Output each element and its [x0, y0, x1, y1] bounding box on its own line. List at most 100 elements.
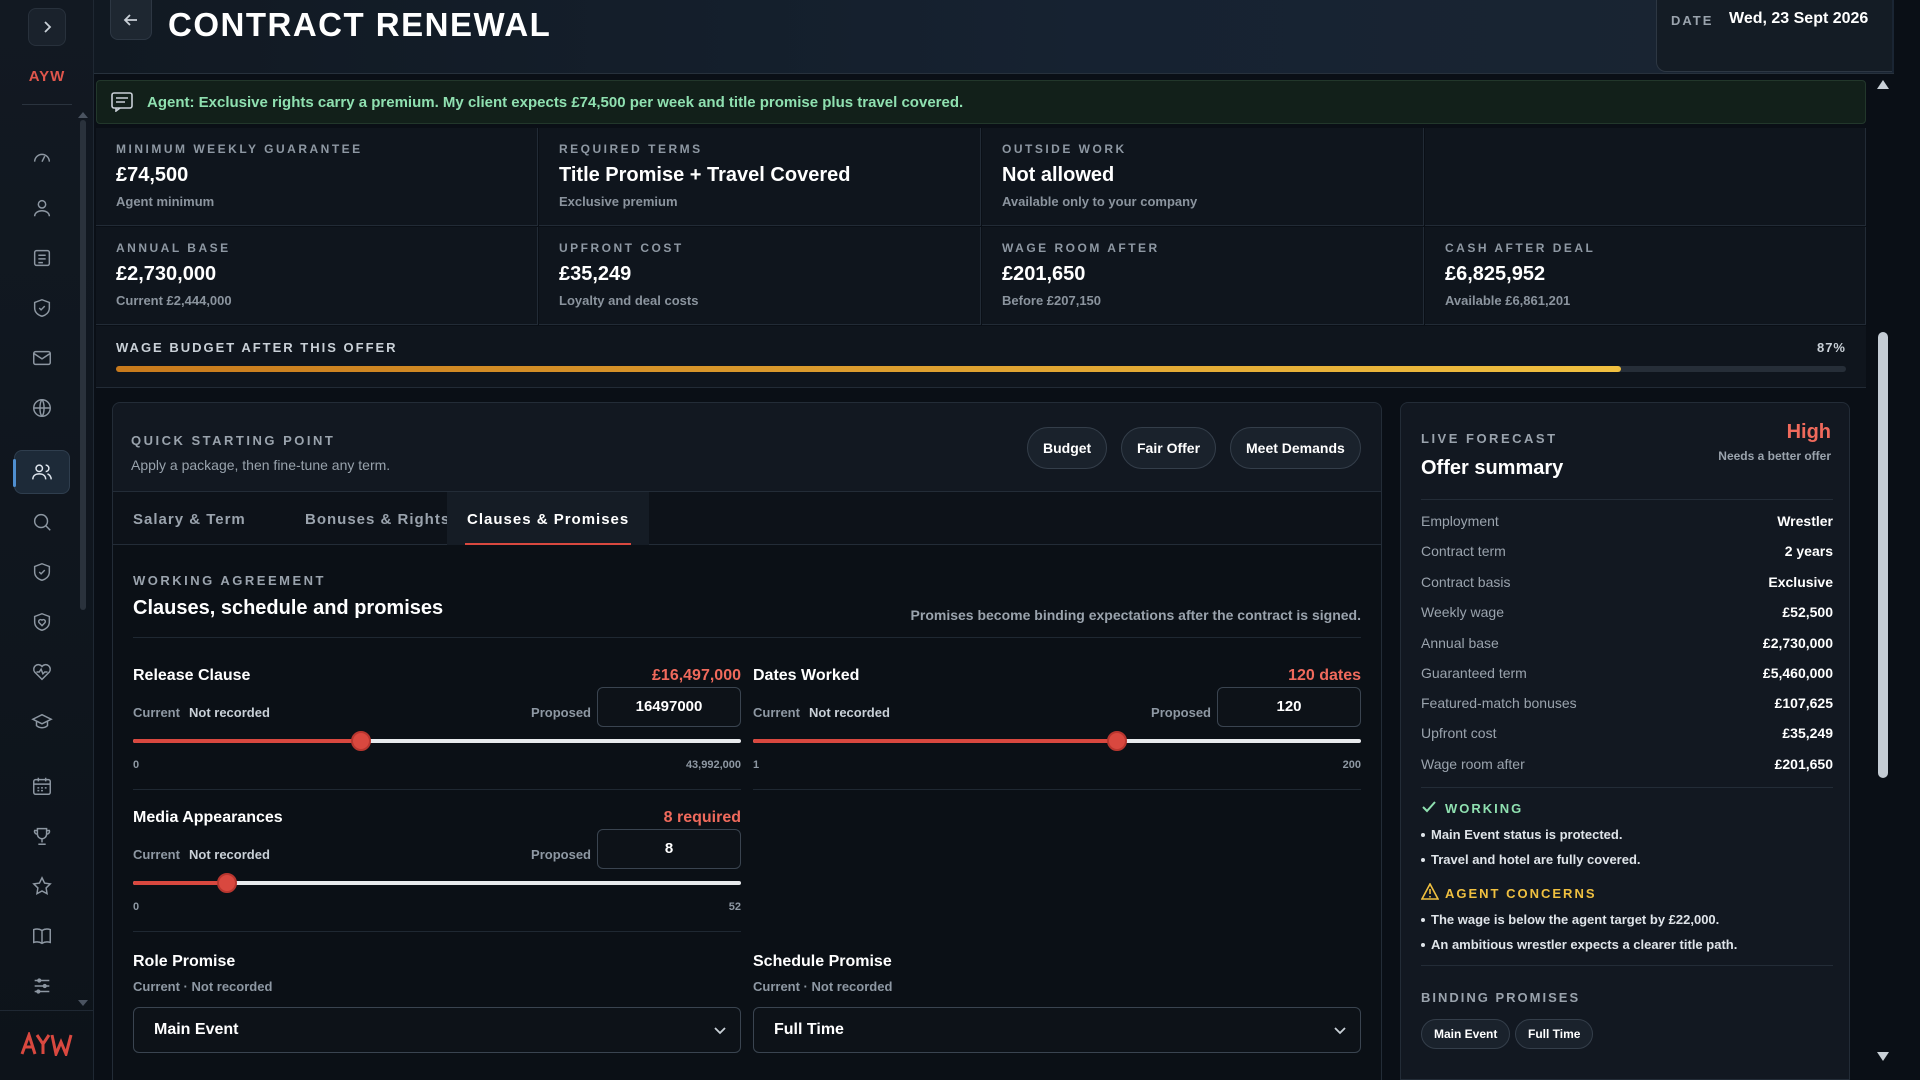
current-value: Not recorded	[189, 847, 270, 862]
slider-max: 43,992,000	[685, 759, 741, 771]
dates-worked-input[interactable]: 120	[1217, 687, 1361, 727]
stat-empty	[1425, 128, 1866, 226]
current-label: Current	[753, 705, 800, 720]
summary-value: £2,730,000	[1762, 635, 1833, 651]
offer-editor: QUICK STARTING POINT Apply a package, th…	[112, 402, 1382, 1080]
nav-mail[interactable]	[14, 336, 70, 380]
summary-row: Wage room after £201,650	[1421, 756, 1833, 786]
summary-value: £35,249	[1782, 725, 1833, 741]
field-target: £16,497,000	[652, 667, 741, 684]
dates-worked-slider[interactable]	[753, 731, 1361, 751]
field-target: 120 dates	[1288, 667, 1361, 684]
stat-label: ANNUAL BASE	[116, 241, 231, 255]
slider-handle[interactable]	[1106, 731, 1127, 751]
expand-sidebar-button[interactable]	[28, 8, 66, 46]
tab-bonuses-rights[interactable]: Bonuses & Rights	[285, 492, 470, 546]
back-button[interactable]	[110, 0, 152, 40]
user-icon	[33, 199, 51, 217]
meet-demands-preset-button[interactable]: Meet Demands	[1230, 427, 1361, 469]
divider	[133, 931, 741, 932]
nav-news[interactable]	[14, 236, 70, 280]
globe-icon	[33, 399, 51, 417]
sidebar-scroll-up-icon[interactable]	[78, 112, 88, 118]
summary-value: Wrestler	[1777, 513, 1833, 529]
nav-favourites[interactable]	[14, 864, 70, 908]
sidebar-scrollbar[interactable]	[80, 120, 86, 610]
wage-budget-percent: 87%	[1816, 340, 1846, 355]
tab-clauses-promises[interactable]: Clauses & Promises	[447, 492, 650, 546]
calendar-icon	[33, 777, 51, 795]
stat-sub: Before £207,150	[1002, 293, 1102, 308]
summary-row: Annual base £2,730,000	[1421, 635, 1833, 665]
stat-wage-room: WAGE ROOM AFTER £201,650 Before £207,150	[982, 227, 1424, 325]
release-clause-slider[interactable]	[133, 731, 741, 751]
nav-search[interactable]	[14, 500, 70, 544]
nav-book[interactable]	[14, 914, 70, 958]
nav-roster[interactable]	[13, 450, 70, 494]
role-promise-select[interactable]: Main Event	[133, 1007, 741, 1053]
schedule-promise-select[interactable]: Full Time	[753, 1007, 1361, 1053]
selected-value: Full Time	[774, 1021, 844, 1038]
nav-shield[interactable]	[14, 550, 70, 594]
forecast-status: High	[1786, 421, 1831, 443]
selected-value: Main Event	[154, 1021, 239, 1038]
summary-value: £5,460,000	[1762, 665, 1833, 681]
nav-titles[interactable]	[14, 814, 70, 858]
summary-key: Featured-match bonuses	[1421, 695, 1577, 711]
sidebar-scroll-down-icon[interactable]	[78, 1000, 88, 1006]
stat-min-weekly: MINIMUM WEEKLY GUARANTEE £74,500 Agent m…	[96, 128, 538, 226]
chevron-down-icon	[714, 1027, 726, 1035]
divider	[133, 637, 1361, 638]
divider	[133, 789, 741, 790]
summary-row: Contract term 2 years	[1421, 543, 1833, 573]
date-value: Wed, 23 Sept 2026	[1729, 10, 1869, 27]
summary-key: Upfront cost	[1421, 725, 1497, 741]
nav-medical[interactable]	[14, 600, 70, 644]
nav-dashboard[interactable]	[14, 136, 70, 180]
budget-preset-button[interactable]: Budget	[1027, 427, 1108, 469]
concern-item: An ambitious wrestler expects a clearer …	[1420, 937, 1738, 952]
divider	[753, 789, 1361, 790]
stat-sub: Loyalty and deal costs	[559, 293, 699, 308]
summary-key: Wage room after	[1421, 756, 1525, 772]
scroll-down-icon[interactable]	[1877, 1052, 1889, 1061]
stat-value: £74,500	[116, 164, 189, 186]
current-value: Not recorded	[189, 705, 270, 720]
nav-profile[interactable]	[14, 186, 70, 230]
brand-label: AYW	[28, 68, 66, 85]
nav-security[interactable]	[14, 286, 70, 330]
page-title: CONTRACT RENEWAL	[168, 6, 552, 43]
nav-settings[interactable]	[14, 964, 70, 1008]
stat-required-terms: REQUIRED TERMS Title Promise + Travel Co…	[539, 128, 981, 226]
nav-world[interactable]	[14, 386, 70, 430]
heart-shield-icon	[33, 612, 51, 632]
fair-offer-preset-button[interactable]: Fair Offer	[1121, 427, 1217, 469]
nav-training[interactable]	[14, 700, 70, 744]
nav-calendar[interactable]	[14, 764, 70, 808]
media-appearances-slider[interactable]	[133, 873, 741, 893]
tab-salary-term[interactable]: Salary & Term	[113, 492, 266, 546]
slider-handle[interactable]	[351, 731, 371, 751]
current-value: Not recorded	[809, 705, 890, 720]
heart-pulse-icon	[33, 663, 51, 681]
stat-sub: Available £6,861,201	[1445, 293, 1571, 308]
chat-message-icon	[111, 92, 133, 112]
wage-budget: WAGE BUDGET AFTER THIS OFFER 87%	[96, 326, 1866, 388]
media-appearances-input[interactable]: 8	[597, 829, 741, 869]
media-appearances-field: Media Appearances 8 required Current Not…	[133, 809, 741, 919]
scroll-up-icon[interactable]	[1877, 80, 1889, 89]
release-clause-input[interactable]: 16497000	[597, 687, 741, 727]
forecast-status-sub: Needs a better offer	[1718, 449, 1831, 463]
sidebar: AYW	[0, 0, 94, 1080]
binding-promises-heading: BINDING PROMISES	[1421, 990, 1581, 1005]
agent-concerns-heading: AGENT CONCERNS	[1445, 886, 1597, 901]
wage-budget-label: WAGE BUDGET AFTER THIS OFFER	[116, 340, 398, 355]
summary-value: £107,625	[1774, 695, 1833, 711]
page-scrollbar-thumb[interactable]	[1878, 332, 1888, 778]
nav-health[interactable]	[14, 650, 70, 694]
slider-handle[interactable]	[216, 873, 237, 893]
field-target: 8 required	[663, 809, 741, 826]
role-promise: Role Promise Current · Not recorded Main…	[133, 953, 741, 1053]
slider-max: 200	[1342, 759, 1361, 771]
divider	[0, 1010, 94, 1011]
